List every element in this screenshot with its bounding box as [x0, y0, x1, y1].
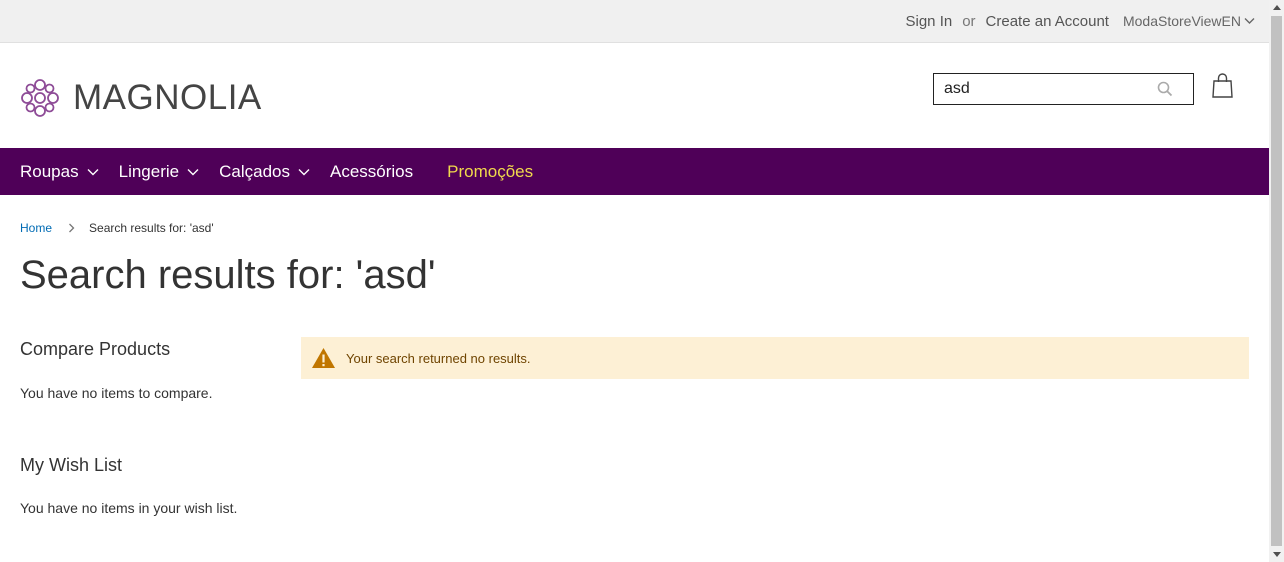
warning-icon — [312, 348, 335, 368]
store-switcher[interactable]: ModaStoreViewEN — [1123, 13, 1255, 29]
logo[interactable]: MAGNOLIA — [20, 77, 262, 119]
nav-item-label: Calçados — [219, 161, 290, 181]
scrollbar-thumb[interactable] — [1271, 16, 1282, 546]
page-title: Search results for: 'asd' — [20, 253, 436, 297]
logo-text: MAGNOLIA — [73, 78, 262, 117]
nav-item-label: Lingerie — [118, 161, 180, 181]
top-bar: Sign In or Create an Account ModaStoreVi… — [0, 0, 1269, 43]
compare-empty-text: You have no items to compare. — [20, 385, 213, 401]
wishlist-empty-text: You have no items in your wish list. — [20, 500, 238, 516]
no-results-text: Your search returned no results. — [346, 350, 531, 366]
minicart[interactable] — [1212, 73, 1233, 103]
search-input[interactable] — [934, 74, 1144, 104]
chevron-down-icon — [187, 168, 199, 175]
search-icon[interactable] — [1157, 81, 1173, 97]
arrow-up-icon — [1272, 5, 1281, 10]
nav-item-label: Roupas — [20, 161, 79, 181]
nav-item-lingerie[interactable]: Lingerie — [119, 162, 200, 182]
scroll-up-arrow[interactable] — [1269, 0, 1284, 15]
magnolia-logo-icon — [21, 79, 59, 117]
chevron-right-icon — [69, 223, 75, 233]
wishlist-title: My Wish List — [20, 455, 123, 475]
nav-item-promocoes[interactable]: Promoções — [447, 162, 533, 182]
chevron-down-icon — [298, 168, 310, 175]
account-links: Sign In or Create an Account ModaStoreVi… — [906, 0, 1256, 42]
sign-in-link[interactable]: Sign In — [906, 13, 953, 30]
main-navigation: Roupas Lingerie Calçados Acessórios Prom… — [0, 148, 1269, 195]
nav-item-label: Promoções — [447, 161, 534, 181]
breadcrumb-home-link[interactable]: Home — [20, 221, 52, 235]
create-account-link[interactable]: Create an Account — [986, 13, 1109, 30]
scroll-down-arrow[interactable] — [1269, 547, 1284, 562]
nav-item-label: Acessórios — [329, 161, 414, 181]
cart-icon — [1212, 73, 1233, 98]
arrow-down-icon — [1272, 552, 1281, 557]
nav-item-roupas[interactable]: Roupas — [20, 162, 99, 182]
chevron-down-icon — [1244, 18, 1255, 24]
nav-item-calcados[interactable]: Calçados — [219, 162, 310, 182]
no-results-notice: Your search returned no results. — [301, 337, 1249, 379]
or-text: or — [962, 12, 976, 30]
search-box — [933, 73, 1194, 105]
breadcrumb-current: Search results for: 'asd' — [89, 221, 214, 235]
chevron-down-icon — [87, 168, 99, 175]
vertical-scrollbar[interactable] — [1269, 0, 1284, 562]
breadcrumb: Home Search results for: 'asd' — [20, 221, 214, 235]
nav-item-acessorios[interactable]: Acessórios — [330, 162, 413, 182]
store-view-label: ModaStoreViewEN — [1122, 13, 1241, 29]
compare-products-title: Compare Products — [20, 339, 171, 359]
